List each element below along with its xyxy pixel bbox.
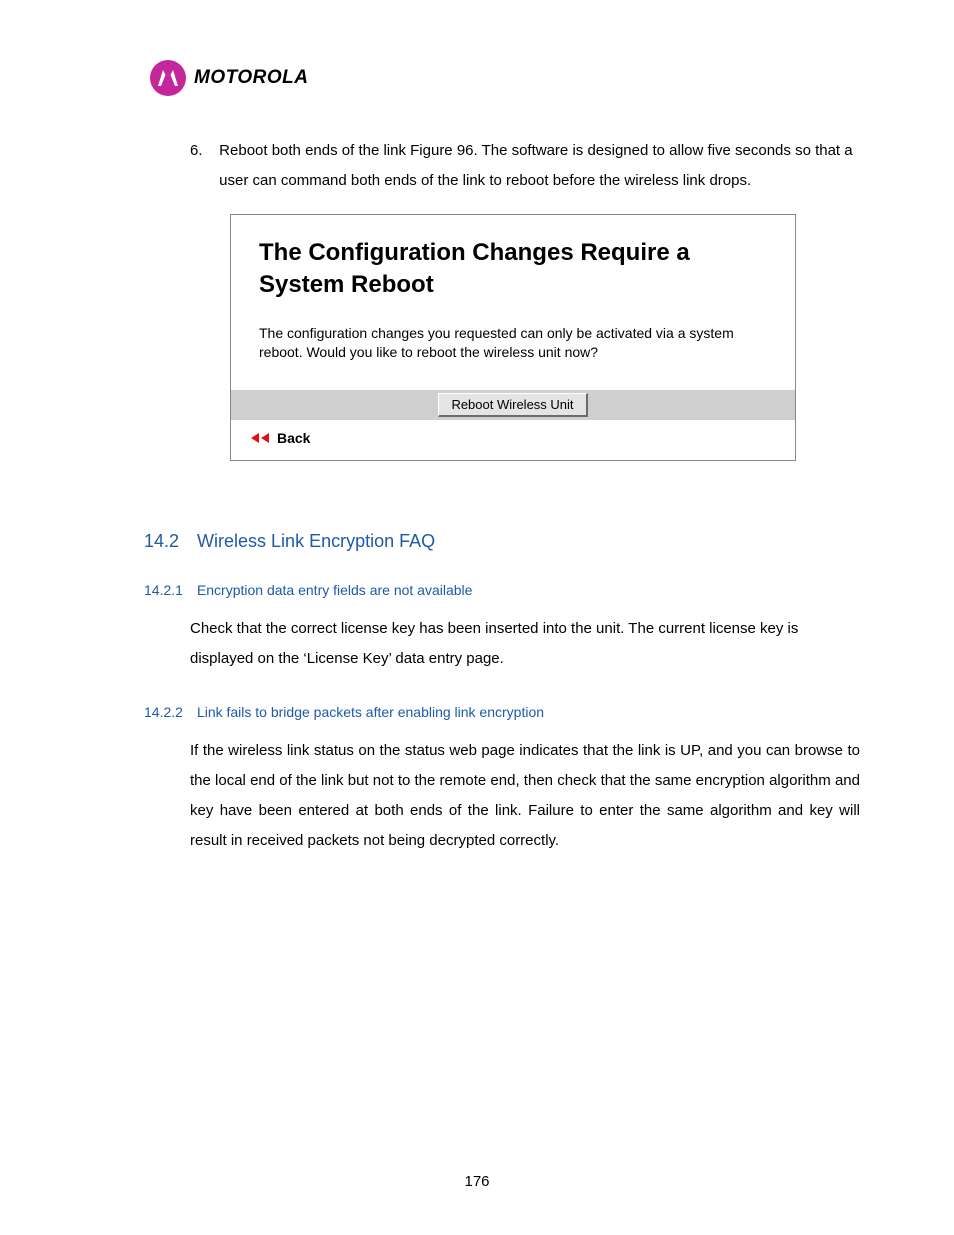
section-heading-14-2: 14.2 Wireless Link Encryption FAQ [144,531,864,552]
reboot-wireless-unit-button[interactable]: Reboot Wireless Unit [438,393,587,417]
ordered-list-item-6: 6. Reboot both ends of the link Figure 9… [190,136,864,196]
list-text: Reboot both ends of the link Figure 96. … [219,136,859,196]
section-title: Wireless Link Encryption FAQ [197,531,435,551]
motorola-logo-icon [150,60,186,96]
dialog-description: The configuration changes you requested … [259,324,767,362]
brand-text: MOTOROLA [194,67,308,89]
subsection-heading-14-2-2: 14.2.2 Link fails to bridge packets after… [144,704,864,720]
dialog-title: The Configuration Changes Require a Syst… [259,237,767,302]
subsection-number: 14.2.2 [144,704,183,720]
back-link[interactable]: Back [231,420,795,460]
page-number: 176 [0,1173,954,1190]
section-number: 14.2 [144,531,179,552]
subsection-number: 14.2.1 [144,582,183,598]
list-number: 6. [190,136,215,166]
back-label: Back [277,430,310,446]
subsection-title: Encryption data entry fields are not ava… [197,582,473,598]
subsection-body-14-2-2: If the wireless link status on the statu… [190,736,860,856]
subsection-title: Link fails to bridge packets after enabl… [197,704,544,720]
subsection-body-14-2-1: Check that the correct license key has b… [190,614,860,674]
figure-96-reboot-dialog: The Configuration Changes Require a Syst… [230,214,796,461]
subsection-heading-14-2-1: 14.2.1 Encryption data entry fields are n… [144,582,864,598]
back-arrows-icon [249,432,271,444]
dialog-button-bar: Reboot Wireless Unit [231,390,795,420]
brand-header: MOTOROLA [150,60,864,96]
